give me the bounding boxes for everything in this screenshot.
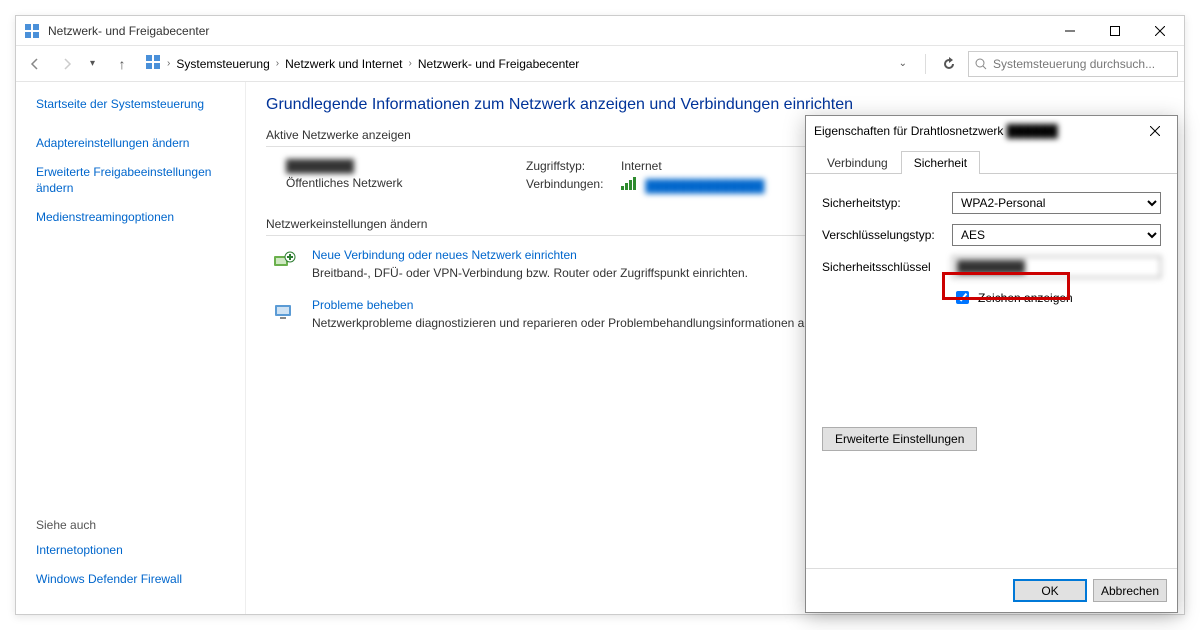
troubleshoot-icon — [270, 298, 298, 326]
annotation-highlight — [942, 272, 1070, 300]
close-button[interactable] — [1137, 17, 1182, 45]
breadcrumb-leaf[interactable]: Netzwerk- und Freigabecenter — [418, 57, 579, 71]
security-key-label: Sicherheitsschlüssel — [822, 260, 952, 274]
cancel-button[interactable]: Abbrechen — [1093, 579, 1167, 602]
breadcrumb-sep: › — [167, 58, 170, 69]
wifi-properties-dialog: Eigenschaften für Drahtlosnetzwerk █████… — [805, 115, 1178, 613]
new-connection-icon — [270, 248, 298, 276]
network-name: ████████ — [286, 159, 526, 173]
breadcrumb-dropdown[interactable]: ⌄ — [899, 58, 907, 69]
window-title: Netzwerk- und Freigabecenter — [48, 24, 1047, 38]
network-center-icon — [24, 23, 40, 39]
advanced-settings-button[interactable]: Erweiterte Einstellungen — [822, 427, 977, 451]
search-placeholder: Systemsteuerung durchsuch... — [993, 57, 1155, 71]
dialog-title-network-name: ██████ — [1007, 124, 1087, 138]
toolbar-sep — [925, 54, 926, 74]
security-type-label: Sicherheitstyp: — [822, 196, 952, 210]
dialog-body: Sicherheitstyp: WPA2-Personal Verschlüss… — [806, 174, 1177, 568]
sidebar-adapter[interactable]: Adaptereinstellungen ändern — [36, 135, 245, 152]
task-new-connection-title[interactable]: Neue Verbindung oder neues Netzwerk einr… — [312, 248, 748, 262]
minimize-button[interactable] — [1047, 17, 1092, 45]
sidebar-home[interactable]: Startseite der Systemsteuerung — [36, 96, 245, 113]
breadcrumb-icon — [145, 54, 161, 73]
connections-value[interactable]: ██████████████ — [621, 177, 764, 193]
page-title: Grundlegende Informationen zum Netzwerk … — [266, 96, 1164, 114]
forward-button[interactable] — [54, 51, 80, 77]
security-type-select[interactable]: WPA2-Personal — [952, 192, 1161, 214]
sidebar: Startseite der Systemsteuerung Adapterei… — [16, 82, 246, 614]
task-new-connection-desc: Breitband-, DFÜ- oder VPN-Verbindung bzw… — [312, 265, 748, 282]
dialog-title-prefix: Eigenschaften für Drahtlosnetzwerk — [814, 124, 1003, 138]
back-button[interactable] — [22, 51, 48, 77]
access-type-value: Internet — [621, 159, 662, 173]
tab-connection[interactable]: Verbindung — [814, 151, 901, 174]
titlebar: Netzwerk- und Freigabecenter — [16, 16, 1184, 46]
dialog-close-button[interactable] — [1141, 117, 1169, 145]
breadcrumb-sep: › — [276, 58, 279, 69]
sidebar-internet-options[interactable]: Internetoptionen — [36, 542, 245, 559]
history-dropdown[interactable]: ▾ — [90, 58, 95, 69]
encryption-type-label: Verschlüsselungstyp: — [822, 228, 952, 242]
connection-link[interactable]: ██████████████ — [645, 179, 764, 193]
breadcrumb-sep: › — [409, 58, 412, 69]
breadcrumb-root[interactable]: Systemsteuerung — [176, 57, 269, 71]
encryption-type-select[interactable]: AES — [952, 224, 1161, 246]
search-icon — [975, 58, 987, 70]
dialog-footer: OK Abbrechen — [806, 568, 1177, 612]
breadcrumb-mid[interactable]: Netzwerk und Internet — [285, 57, 402, 71]
sidebar-media[interactable]: Medienstreamingoptionen — [36, 209, 245, 226]
refresh-button[interactable] — [936, 51, 962, 77]
breadcrumb: › Systemsteuerung › Netzwerk und Interne… — [141, 51, 889, 77]
tab-security[interactable]: Sicherheit — [901, 151, 980, 174]
network-type: Öffentliches Netzwerk — [286, 176, 526, 190]
toolbar: ▾ ↑ › Systemsteuerung › Netzwerk und Int… — [16, 46, 1184, 82]
ok-button[interactable]: OK — [1013, 579, 1087, 602]
wifi-signal-icon — [621, 177, 636, 190]
sidebar-see-also-header: Siehe auch — [36, 518, 245, 532]
up-button[interactable]: ↑ — [109, 51, 135, 77]
access-type-label: Zugriffstyp: — [526, 159, 621, 173]
dialog-tabs: Verbindung Sicherheit — [806, 146, 1177, 174]
task-troubleshoot-desc: Netzwerkprobleme diagnostizieren und rep… — [312, 315, 842, 332]
sidebar-firewall[interactable]: Windows Defender Firewall — [36, 571, 245, 588]
maximize-button[interactable] — [1092, 17, 1137, 45]
search-box[interactable]: Systemsteuerung durchsuch... — [968, 51, 1178, 77]
sidebar-advanced-sharing[interactable]: Erweiterte Freigabeeinstellungen ändern — [36, 164, 245, 198]
dialog-titlebar: Eigenschaften für Drahtlosnetzwerk █████… — [806, 116, 1177, 146]
connections-label: Verbindungen: — [526, 177, 621, 193]
task-troubleshoot-title[interactable]: Probleme beheben — [312, 298, 842, 312]
